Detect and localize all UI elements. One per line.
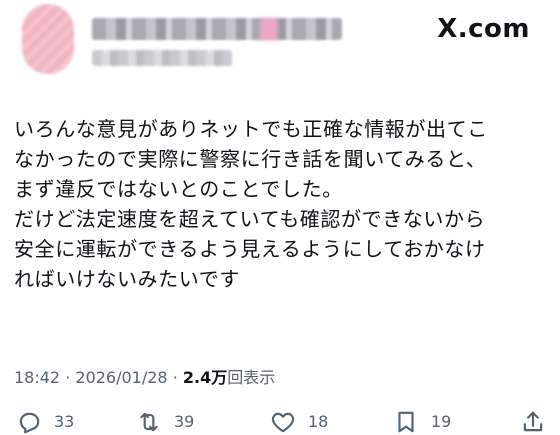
reply-icon xyxy=(19,412,40,433)
tweet-text-line: だけど法定速度を超えていても確認ができないから xyxy=(14,207,486,231)
bookmark-icon xyxy=(398,411,414,432)
action-bar: 33 39 18 19 xyxy=(0,408,560,435)
post-date[interactable]: 2026/01/28 xyxy=(75,368,167,387)
meta-separator: · xyxy=(65,368,71,387)
brand-logo: X.com xyxy=(437,14,530,44)
bookmark-count: 19 xyxy=(431,412,452,431)
avatar[interactable] xyxy=(22,4,74,74)
tweet-header: X.com xyxy=(0,0,560,90)
views-count: 2.4万 xyxy=(182,368,228,387)
post-time[interactable]: 18:42 xyxy=(14,368,60,387)
like-button[interactable]: 18 xyxy=(270,408,328,435)
tweet-text-line: いろんな意見がありネットでも正確な情報が出てこ xyxy=(14,117,488,141)
views-label: 回表示 xyxy=(227,368,276,387)
reply-count: 33 xyxy=(54,412,75,431)
reply-button[interactable]: 33 xyxy=(16,408,74,435)
repost-count: 39 xyxy=(174,412,195,431)
tweet-text-line: なかったので実際に警察に行き話を聞いてみると、 xyxy=(14,147,487,171)
tweet-text-line: まず違反ではないとのことでした。 xyxy=(14,177,343,201)
tweet-text: いろんな意見がありネットでも正確な情報が出てこ なかったので実際に警察に行き話を… xyxy=(14,114,550,294)
display-name-blurred[interactable] xyxy=(92,18,342,40)
tweet-text-line: ればいけないみたいです xyxy=(14,267,240,291)
tweet-text-line: 安全に運転ができるよう見えるようにしておかなけ xyxy=(14,237,486,261)
meta-separator: · xyxy=(172,368,178,387)
share-button[interactable] xyxy=(520,408,546,435)
repost-button[interactable]: 39 xyxy=(136,408,194,435)
heart-icon xyxy=(271,412,295,432)
like-count: 18 xyxy=(308,412,329,431)
repost-icon xyxy=(140,412,158,431)
username-blurred[interactable] xyxy=(92,50,232,66)
tweet-meta: 18:42 · 2026/01/28 · 2.4万回表示 xyxy=(14,364,275,388)
bookmark-button[interactable]: 19 xyxy=(393,408,451,435)
share-icon xyxy=(523,411,543,431)
